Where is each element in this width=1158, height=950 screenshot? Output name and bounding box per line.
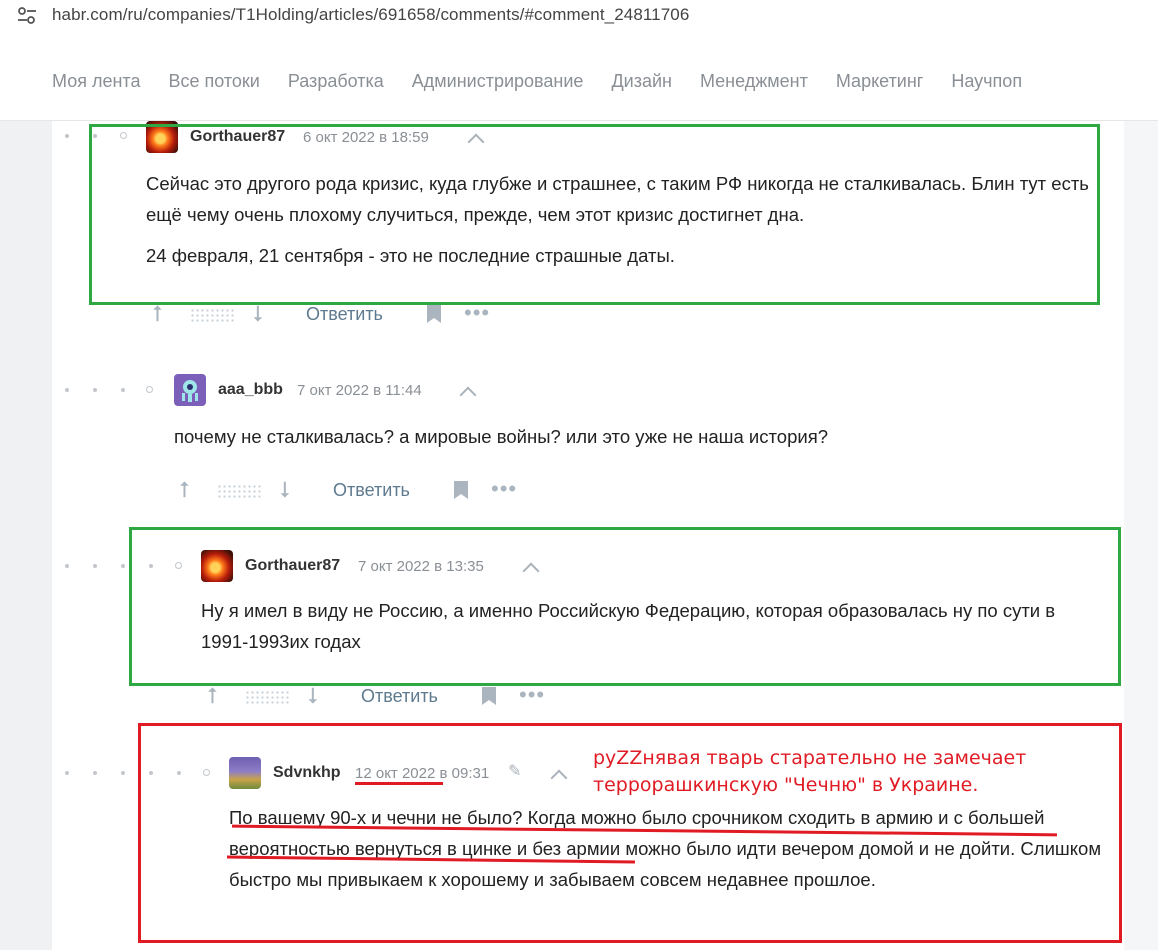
nav-item-feed[interactable]: Моя лента	[52, 71, 140, 92]
comment-actions: ⭡ ⭣ Ответить •••	[179, 476, 529, 503]
thread-dot	[93, 771, 97, 775]
address-bar[interactable]: habr.com/ru/companies/T1Holding/articles…	[0, 0, 1158, 33]
comment-body: почему не сталкивалась? а мировые войны?…	[174, 421, 1094, 462]
thread-dot	[121, 564, 125, 568]
reply-button[interactable]: Ответить	[361, 686, 438, 707]
reply-button[interactable]: Ответить	[306, 304, 383, 325]
vote-down-icon[interactable]: ⭣	[253, 303, 263, 325]
comment-paragraph: почему не сталкивалась? а мировые войны?…	[174, 426, 829, 447]
avatar[interactable]	[174, 374, 206, 406]
thread-dot	[121, 771, 125, 775]
right-gutter	[1124, 121, 1158, 950]
thread-dot	[121, 388, 125, 392]
nav-items: Моя лента Все потоки Разработка Админист…	[52, 71, 1022, 92]
highlight-box-green	[129, 527, 1121, 686]
thread-dot	[93, 564, 97, 568]
thread-dot	[65, 134, 69, 138]
url-text[interactable]: habr.com/ru/companies/T1Holding/articles…	[52, 5, 689, 25]
vote-up-icon[interactable]: ⭡	[207, 685, 217, 707]
comment-author[interactable]: aaa_bbb	[218, 381, 283, 399]
vote-down-icon[interactable]: ⭣	[308, 685, 318, 707]
nav-item-all-streams[interactable]: Все потоки	[168, 71, 259, 92]
underline-date	[355, 782, 443, 785]
nav-item-development[interactable]: Разработка	[288, 71, 384, 92]
vote-down-icon[interactable]: ⭣	[280, 479, 290, 501]
avatar-robot-icon	[174, 374, 206, 406]
vote-score	[217, 484, 261, 498]
vote-up-icon[interactable]: ⭡	[152, 303, 162, 325]
nav-item-popsci[interactable]: Научпоп	[951, 71, 1022, 92]
annotation-line-2: террорашкинскую "Чечню" в Украине.	[593, 774, 979, 796]
bookmark-icon[interactable]	[482, 687, 496, 705]
habr-nav: Моя лента Все потоки Разработка Админист…	[0, 34, 1158, 121]
vote-score	[245, 690, 289, 704]
thread-dot	[65, 771, 69, 775]
more-icon[interactable]: •••	[491, 476, 517, 502]
thread-ring	[146, 386, 153, 393]
vote-up-icon[interactable]: ⭡	[179, 479, 189, 501]
nav-item-admin[interactable]: Администрирование	[412, 71, 584, 92]
thread-dot	[65, 564, 69, 568]
highlight-box-green	[89, 124, 1100, 305]
annotation-line-1: руZZнявая тварь старательно не замечает	[593, 747, 1027, 769]
site-settings-icon[interactable]	[16, 6, 38, 26]
bookmark-icon[interactable]	[427, 305, 441, 323]
bookmark-icon[interactable]	[454, 481, 468, 499]
thread-dot	[93, 388, 97, 392]
nav-item-design[interactable]: Дизайн	[611, 71, 672, 92]
nav-item-marketing[interactable]: Маркетинг	[836, 71, 924, 92]
annotation-text: руZZнявая тварь старательно не замечает …	[593, 745, 1026, 799]
thread-dot	[65, 388, 69, 392]
comment-actions: ⭡ ⭣ Ответить •••	[152, 300, 502, 327]
comment-actions: ⭡ ⭣ Ответить •••	[207, 682, 557, 709]
comment-date[interactable]: 7 окт 2022 в 11:44	[297, 382, 422, 399]
nav-item-management[interactable]: Менеджмент	[700, 71, 808, 92]
reply-button[interactable]: Ответить	[333, 480, 410, 501]
vote-score	[190, 308, 234, 322]
